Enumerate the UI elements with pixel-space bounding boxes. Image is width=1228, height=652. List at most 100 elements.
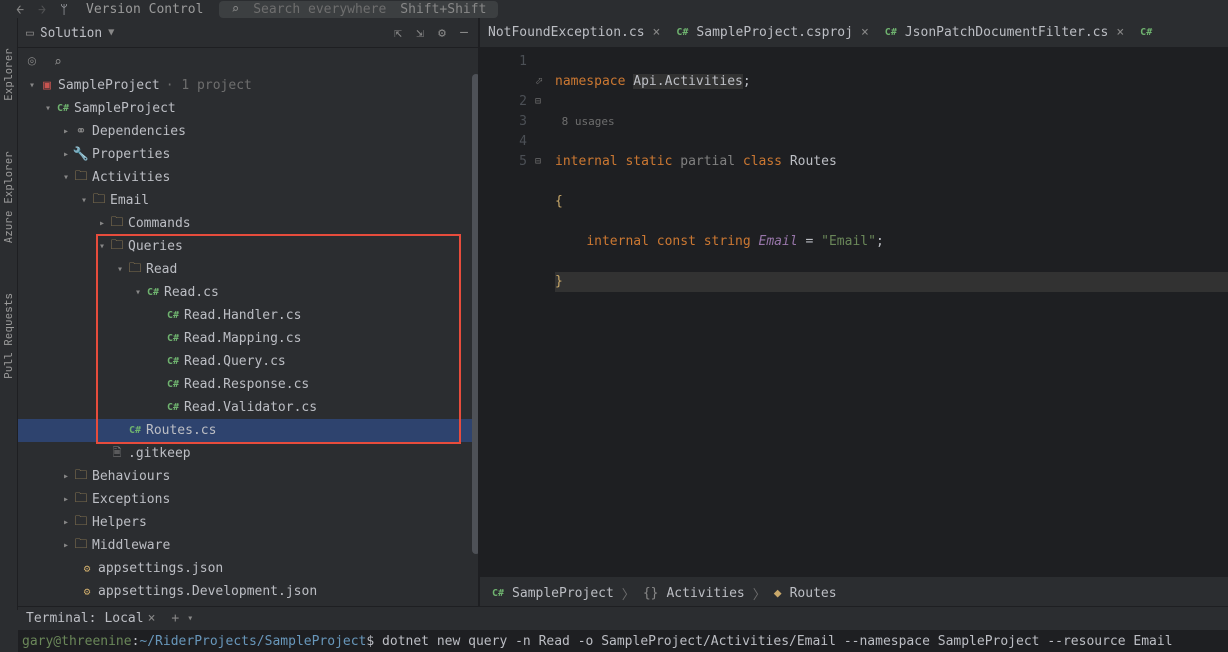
tree-file-read-validator[interactable]: C# Read.Validator.cs xyxy=(18,396,480,419)
expand-icon[interactable]: ⇲ xyxy=(412,25,428,41)
rail-tab-explorer[interactable]: Explorer xyxy=(2,48,16,101)
locate-icon[interactable]: ◎ xyxy=(28,53,36,70)
json-icon: ⚙ xyxy=(78,562,96,575)
left-tool-rail: Explorer Azure Explorer Pull Requests xyxy=(0,18,18,610)
namespace-icon: {} xyxy=(643,586,659,601)
chevron-right-icon: 〉 xyxy=(753,584,766,603)
folder-icon: 🗀 xyxy=(72,489,90,511)
tree-root[interactable]: ▾ ▣ SampleProject · 1 project xyxy=(18,74,480,97)
csproj-icon: C# xyxy=(676,27,688,38)
folder-icon: 🗀 xyxy=(72,535,90,557)
folder-icon: 🗀 xyxy=(108,236,126,258)
cs-icon: C# xyxy=(1140,27,1152,38)
folder-icon: 🗀 xyxy=(72,466,90,488)
collapse-icon[interactable]: ⇱ xyxy=(390,25,406,41)
terminal-user: gary@threenine xyxy=(22,634,132,649)
tree-folder-exceptions[interactable]: ▸ 🗀 Exceptions xyxy=(18,488,480,511)
tab-label: NotFoundException.cs xyxy=(488,25,645,40)
breadcrumb-item[interactable]: SampleProject xyxy=(512,586,614,601)
tree-folder-email[interactable]: ▾ 🗀 Email xyxy=(18,189,480,212)
editor-tabs: NotFoundException.cs × C# SampleProject.… xyxy=(480,18,1228,48)
tree-file-routes[interactable]: C# Routes.cs xyxy=(18,419,480,442)
chevron-down-icon[interactable]: ▾ xyxy=(187,613,193,624)
tree-file-read-handler[interactable]: C# Read.Handler.cs xyxy=(18,304,480,327)
tree-folder-commands[interactable]: ▸ 🗀 Commands xyxy=(18,212,480,235)
rail-tab-pull-requests[interactable]: Pull Requests xyxy=(2,293,16,379)
close-icon[interactable]: × xyxy=(1116,25,1124,40)
tree-dependencies[interactable]: ▸ ⚭ Dependencies xyxy=(18,120,480,143)
add-icon[interactable]: + xyxy=(171,611,179,626)
tree-properties[interactable]: ▸ 🔧 Properties xyxy=(18,143,480,166)
tree-file-read-cs[interactable]: ▾ C# Read.cs xyxy=(18,281,480,304)
tree-project[interactable]: ▾ C# SampleProject xyxy=(18,97,480,120)
editor-tab[interactable]: C# SampleProject.csproj × xyxy=(668,18,876,48)
breadcrumb-item[interactable]: Routes xyxy=(790,586,837,601)
cs-icon: C# xyxy=(126,425,144,436)
solution-title[interactable]: Solution xyxy=(40,24,102,41)
nav-back-icon[interactable]: ← xyxy=(12,1,28,18)
solution-icon: ▣ xyxy=(38,78,56,93)
csproj-icon: C# xyxy=(54,103,72,114)
fold-gutter[interactable]: ⬀⊟ ⊟ xyxy=(535,48,555,576)
tree-file-read-mapping[interactable]: C# Read.Mapping.cs xyxy=(18,327,480,350)
hide-icon[interactable]: — xyxy=(456,25,472,41)
search-everywhere[interactable]: ⌕ Search everywhere Shift+Shift xyxy=(219,1,498,18)
rail-tab-azure[interactable]: Azure Explorer xyxy=(2,151,16,243)
cs-icon: C# xyxy=(164,333,182,344)
tree-folder-helpers[interactable]: ▸ 🗀 Helpers xyxy=(18,511,480,534)
solution-tree: ▾ ▣ SampleProject · 1 project ▾ C# Sampl… xyxy=(18,74,480,610)
editor-breadcrumb: C# SampleProject 〉 {} Activities 〉 ◆ Rou… xyxy=(480,576,1228,610)
code-editor[interactable]: 12345 ⬀⊟ ⊟ namespace Api.Activities; 8 u… xyxy=(480,48,1228,576)
editor-tab[interactable]: NotFoundException.cs × xyxy=(480,18,668,48)
chevron-right-icon: 〉 xyxy=(622,584,635,603)
search-shortcut: Shift+Shift xyxy=(400,2,486,17)
tree-file-read-query[interactable]: C# Read.Query.cs xyxy=(18,350,480,373)
close-icon[interactable]: × xyxy=(653,25,661,40)
editor-tab[interactable]: C# JsonPatchDocumentFilter.cs × xyxy=(877,18,1132,48)
search-icon: ⌕ xyxy=(231,2,239,17)
terminal-command: dotnet new query -n Read -o SampleProjec… xyxy=(382,634,1173,649)
cs-icon: C# xyxy=(885,27,897,38)
solution-explorer-header: ▭ Solution ▼ ⇱ ⇲ ⚙ — xyxy=(18,18,480,48)
folder-icon: 🗀 xyxy=(72,512,90,534)
editor-tab-overflow[interactable]: C# xyxy=(1132,18,1160,48)
tree-folder-activities[interactable]: ▾ 🗀 Activities xyxy=(18,166,480,189)
top-nav-bar: ← → ᛘ Version Control ⌕ Search everywher… xyxy=(0,0,1228,18)
cs-icon: C# xyxy=(164,402,182,413)
line-gutter: 12345 xyxy=(480,48,535,576)
close-icon[interactable]: × xyxy=(148,611,156,626)
file-icon: 🗎 xyxy=(108,444,126,463)
breadcrumb-item[interactable]: Activities xyxy=(666,586,744,601)
cs-icon: C# xyxy=(164,379,182,390)
tree-file-appsettings-dev[interactable]: ⚙ appsettings.Development.json xyxy=(18,580,480,603)
tree-file-read-response[interactable]: C# Read.Response.cs xyxy=(18,373,480,396)
wrench-icon: 🔧 xyxy=(72,147,90,162)
chevron-down-icon[interactable]: ▼ xyxy=(108,26,114,39)
tab-label: SampleProject.csproj xyxy=(696,25,853,40)
code-area[interactable]: namespace Api.Activities; 8 usages inter… xyxy=(555,48,1228,576)
search-icon[interactable]: ⌕ xyxy=(54,53,62,70)
gear-icon[interactable]: ⚙ xyxy=(434,25,450,41)
tree-folder-behaviours[interactable]: ▸ 🗀 Behaviours xyxy=(18,465,480,488)
vcs-branch-icon[interactable]: ᛘ xyxy=(56,1,72,18)
close-icon[interactable]: × xyxy=(861,25,869,40)
tree-folder-queries[interactable]: ▾ 🗀 Queries xyxy=(18,235,480,258)
tree-folder-middleware[interactable]: ▸ 🗀 Middleware xyxy=(18,534,480,557)
deps-icon: ⚭ xyxy=(72,124,90,139)
folder-icon: 🗀 xyxy=(90,190,108,212)
tree-file-gitkeep[interactable]: 🗎 .gitkeep xyxy=(18,442,480,465)
terminal-path: ~/RiderProjects/SampleProject xyxy=(139,634,366,649)
tree-folder-read[interactable]: ▾ 🗀 Read xyxy=(18,258,480,281)
vcs-label[interactable]: Version Control xyxy=(86,2,203,17)
solution-icon: ▭ xyxy=(26,24,34,41)
nav-forward-icon[interactable]: → xyxy=(34,1,50,18)
cs-icon: C# xyxy=(164,356,182,367)
terminal-label: Terminal: xyxy=(26,611,96,626)
cs-icon: C# xyxy=(164,310,182,321)
solution-search-row: ◎ ⌕ xyxy=(18,48,480,74)
terminal-tab[interactable]: Local × xyxy=(104,611,155,626)
csproj-icon: C# xyxy=(492,588,504,599)
tree-file-appsettings[interactable]: ⚙ appsettings.json xyxy=(18,557,480,580)
terminal-body[interactable]: gary@threenine:~/RiderProjects/SamplePro… xyxy=(18,630,1228,652)
folder-icon: 🗀 xyxy=(108,213,126,235)
